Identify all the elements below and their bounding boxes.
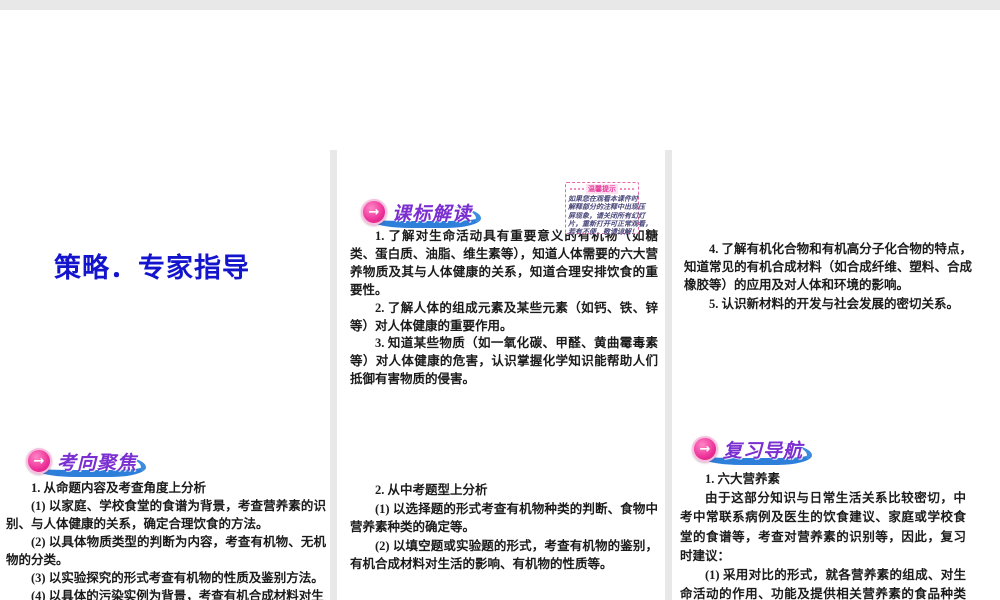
panel-review-nav: → 复习导航 1. 六大营养素 由于这部分知识与日常生活关系比较密切，中考中常联… [672,410,1000,600]
panel-exam-focus: → 考向聚焦 1. 从命题内容及考查角度上分析 (1) 以家庭、学校食堂的食谱为… [0,410,330,600]
tip-box-body: 如果您在观看本课件时 解释部分的注释中出现压 屏现象，请关闭所有幻灯 片，重新打… [568,195,652,237]
tip-box: 温馨提示 如果您在观看本课件时 解释部分的注释中出现压 屏现象，请关闭所有幻灯 … [565,182,652,237]
divider-vertical-left [330,150,337,600]
review-nav-text: 1. 六大营养素 由于这部分知识与日常生活关系比较密切，中考中常联系病例及医生的… [680,470,966,600]
tip-line: 片，重新打开可正常观看， [568,219,652,228]
badge-label: 复习导航 [723,440,804,462]
badge-label: 考向聚焦 [57,452,138,474]
tip-line: 若有不便，敬请谅解！ [568,228,638,237]
paragraph: 5. 认识新材料的开发与社会发展的密切关系。 [709,296,960,311]
paragraph: (2) 以具体物质类型的判断为内容，考查有机物、无机物的分类。 [6,535,326,567]
paragraph: (1) 采用对比的形式，就各营养素的组成、对生命活动的作用、功能及提供相关营养素… [680,568,966,600]
paragraph: 2. 从中考题型上分析 [375,483,488,497]
right-arrow-icon: → [368,204,380,220]
paragraph: (1) 以家庭、学校食堂的食谱为背景，考查营养素的识别、与人体健康的关系，确定合… [6,499,326,531]
dotted-line [620,188,634,190]
tip-line: 解释部分的注释中出现压 [568,203,645,212]
paragraph: 1. 从命题内容及考查角度上分析 [31,481,207,495]
paragraph: 3. 知道某些物质（如一氧化碳、甲醛、黄曲霉毒素等）对人体健康的危害，认识掌握化… [350,336,658,387]
tip-box-header: 温馨提示 [568,184,636,194]
right-arrow-icon: → [699,441,711,457]
paragraph: (4) 以具体的污染实例为背景，考查有机合成材料对生 [31,589,324,600]
divider-vertical-right [665,150,672,600]
panel-curriculum: → 课标解读 温馨提示 如果您在观看本课件时 解释部分的注释中出现压 屏现象，请… [337,156,665,400]
exam-focus-text: 1. 从命题内容及考查角度上分析 (1) 以家庭、学校食堂的食谱为背景，考查营养… [6,479,326,600]
curriculum-text: 1. 了解对生命活动具有重要意义的有机物（如糖类、蛋白质、油脂、维生素等），知道… [350,228,658,389]
panel-curriculum-continued: 4. 了解有机化合物和有机高分子化合物的特点，知道常见的有机合成材料（如合成纤维… [672,156,1000,400]
arrow-circle-icon: → [692,436,718,462]
badge-review-nav: → 复习导航 [692,431,813,467]
right-arrow-icon: → [33,453,45,469]
page-title: 策略．专家指导 [54,253,250,283]
slide-canvas: { "slide": { "title": "策略．专家指导" }, "icon… [0,0,1000,600]
badge-label: 课标解读 [392,203,473,225]
arrow-circle-icon: → [361,199,387,225]
curriculum-continued-text: 4. 了解有机化合物和有机高分子化合物的特点，知道常见的有机合成材料（如合成纤维… [684,240,972,313]
paragraph: 1. 了解对生命活动具有重要意义的有机物（如糖类、蛋白质、油脂、维生素等），知道… [350,229,658,297]
paragraph: (2) 以填空题或实验题的形式，考查有机物的鉴别，有机合成材料对生活的影响、有机… [350,538,658,572]
badge-exam-focus: → 考向聚焦 [26,443,147,479]
paragraph: (1) 以选择题的形式考查有机物种类的判断、食物中营养素种类的确定等。 [350,501,658,535]
paragraph: (3) 以实验探究的形式考查有机物的性质及鉴别方法。 [31,571,324,585]
tip-box-title: 温馨提示 [586,184,618,194]
panel-strategy: 策略．专家指导 [0,156,330,400]
paragraph: 1. 六大营养素 [705,472,781,486]
paragraph: 2. 了解人体的组成元素及某些元素（如钙、铁、锌等）对人体健康的重要作用。 [350,300,658,333]
dotted-line [570,188,584,190]
paragraph: 由于这部分知识与日常生活关系比较密切，中考中常联系病例及医生的饮食建议、家庭或学… [680,491,966,563]
arrow-circle-icon: → [26,448,52,474]
badge-curriculum: → 课标解读 [361,194,482,230]
tip-line: 屏现象，请关闭所有幻灯 [568,211,645,220]
panel-exam-focus-continued: 2. 从中考题型上分析 (1) 以选择题的形式考查有机物种类的判断、食物中营养素… [337,410,665,600]
paragraph: 4. 了解有机化合物和有机高分子化合物的特点，知道常见的有机合成材料（如合成纤维… [684,242,972,293]
exam-focus-continued-text: 2. 从中考题型上分析 (1) 以选择题的形式考查有机物种类的判断、食物中营养素… [350,481,658,574]
divider-horizontal-middle [0,0,1000,10]
